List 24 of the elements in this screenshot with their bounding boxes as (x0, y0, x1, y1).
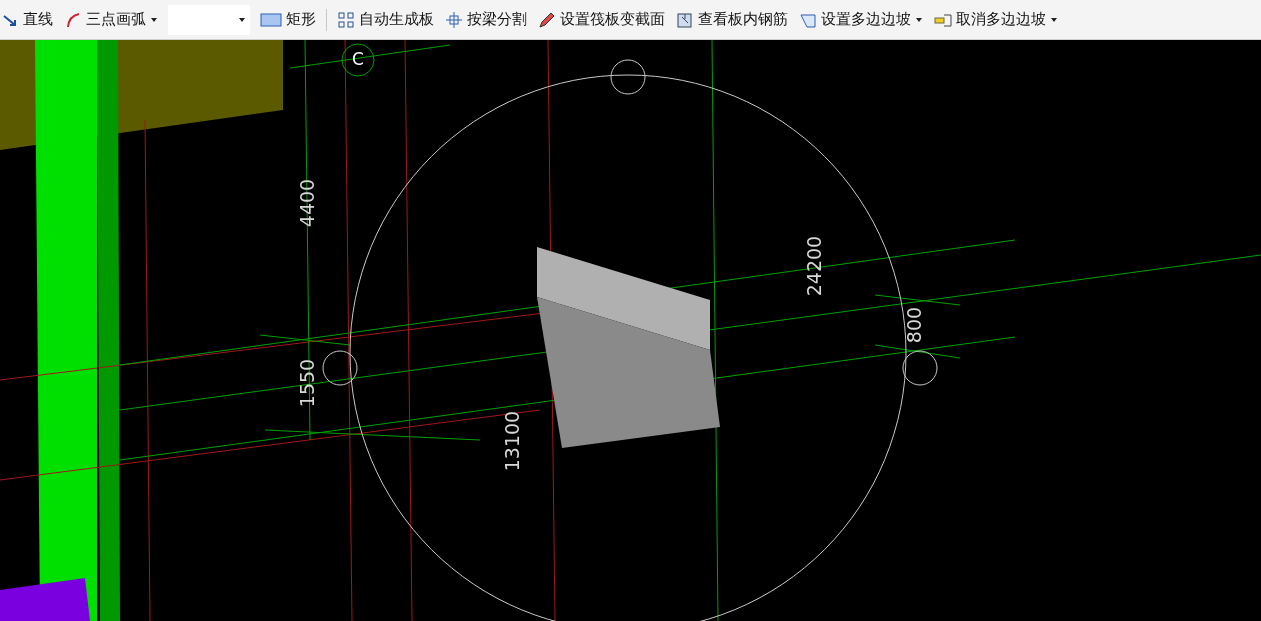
toolbar-button[interactable]: 矩形 (259, 4, 317, 35)
toolbar-button[interactable]: 设置多边边坡 (798, 4, 924, 35)
dimension-label: 13100 (500, 410, 523, 472)
toolbar-button[interactable]: 查看板内钢筋 (675, 4, 789, 35)
dimension-label: 4400 (295, 178, 318, 228)
split-icon (445, 10, 463, 29)
dimension-label: 1550 (295, 358, 318, 408)
pencil-icon (538, 10, 556, 29)
cad-canvas[interactable]: C 4400 24200 800 1550 13100 (0, 40, 1261, 621)
caret-icon (238, 16, 246, 23)
toolbar-button[interactable]: 三点画弧 (63, 4, 159, 35)
arc-icon (64, 10, 82, 29)
toolbar-button[interactable]: 取消多边边坡 (933, 4, 1059, 35)
rectangle-icon (260, 11, 282, 28)
toolbar-button[interactable]: 自动生成板 (336, 4, 435, 35)
toolbar-button[interactable]: 按梁分割 (444, 4, 528, 35)
dimension-label: 800 (902, 306, 925, 344)
panel-icon (676, 10, 694, 29)
grid-icon (337, 10, 355, 29)
combo-box[interactable] (168, 4, 250, 35)
toolbar-button[interactable]: 设置筏板变截面 (537, 4, 666, 35)
toolbar-button[interactable]: 直线 (0, 4, 54, 35)
axis-label: C (352, 49, 364, 69)
dimension-label: 24200 (802, 235, 825, 297)
